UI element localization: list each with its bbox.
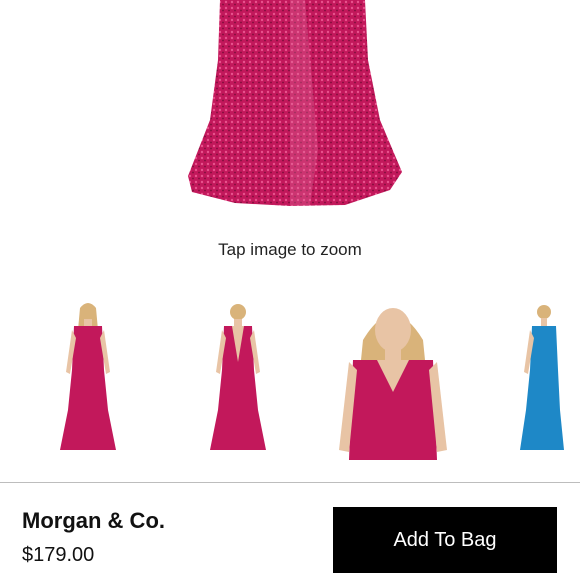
main-product-image[interactable] [140, 0, 450, 215]
brand-name: Morgan & Co. [22, 508, 165, 533]
thumbnail-front-blue[interactable] [516, 300, 566, 460]
add-to-bag-button[interactable]: Add To Bag [333, 507, 557, 573]
zoom-hint-text: Tap image to zoom [218, 240, 362, 259]
divider [0, 482, 580, 483]
thumbnail-back-pink[interactable] [202, 300, 274, 460]
thumbnail-closeup-pink[interactable] [333, 300, 453, 460]
thumbnail-front-pink[interactable] [52, 300, 124, 460]
thumbnail-gallery [0, 300, 580, 465]
product-price: $179.00 [22, 544, 95, 566]
